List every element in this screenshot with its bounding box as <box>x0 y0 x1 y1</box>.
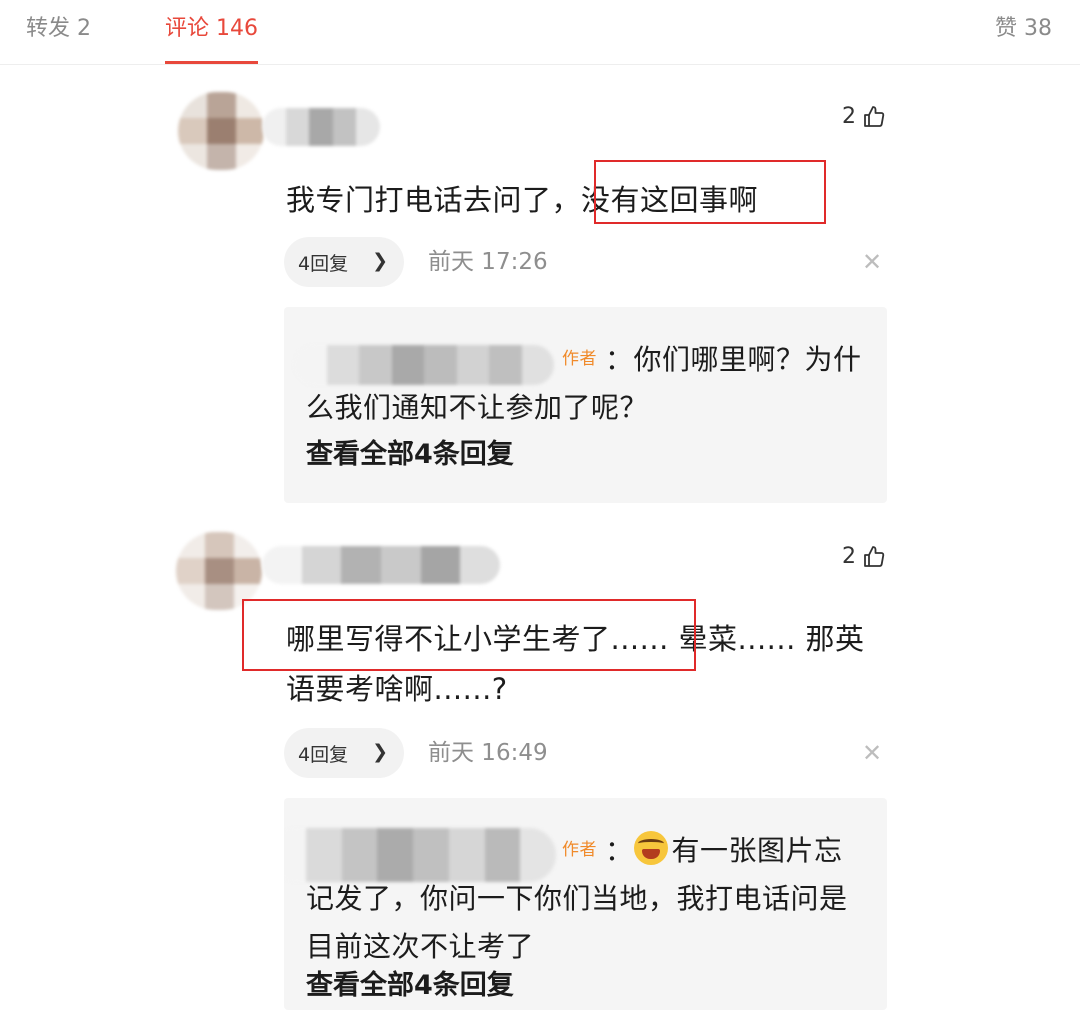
comment-text: 哪里写得不让小学生考了...... 晕菜...... 那英语要考啥啊......… <box>286 622 865 706</box>
avatar[interactable] <box>176 532 262 610</box>
chevron-right-icon: ❯ <box>372 741 388 763</box>
view-all-replies-link[interactable]: 查看全部4条回复 <box>306 966 514 1006</box>
comment-item: 2 哪里写得不让小学生考了...... 晕菜...... 那英语要考啥啊....… <box>0 0 1080 1010</box>
crying-laughing-emoji-icon <box>633 831 668 865</box>
like-button[interactable]: 2 <box>842 544 886 569</box>
reply-count-label: 4回复 <box>298 743 349 766</box>
thumbs-up-icon <box>862 545 886 569</box>
reply-count-button[interactable]: 4回复 ❯ <box>284 728 404 778</box>
close-icon[interactable]: ✕ <box>862 728 882 778</box>
reply-preview[interactable]: 作者：有一张图片忘记发了，你问一下你们当地，我打电话问是目前这次不让考了 查看全… <box>284 798 887 1010</box>
author-tag: 作者 <box>562 840 597 860</box>
username[interactable] <box>262 546 500 584</box>
reply-text-block: 作者：有一张图片忘记发了，你问一下你们当地，我打电话问是目前这次不让考了 <box>306 826 866 971</box>
timestamp: 前天 16:49 <box>428 740 548 766</box>
like-count: 2 <box>842 544 856 569</box>
